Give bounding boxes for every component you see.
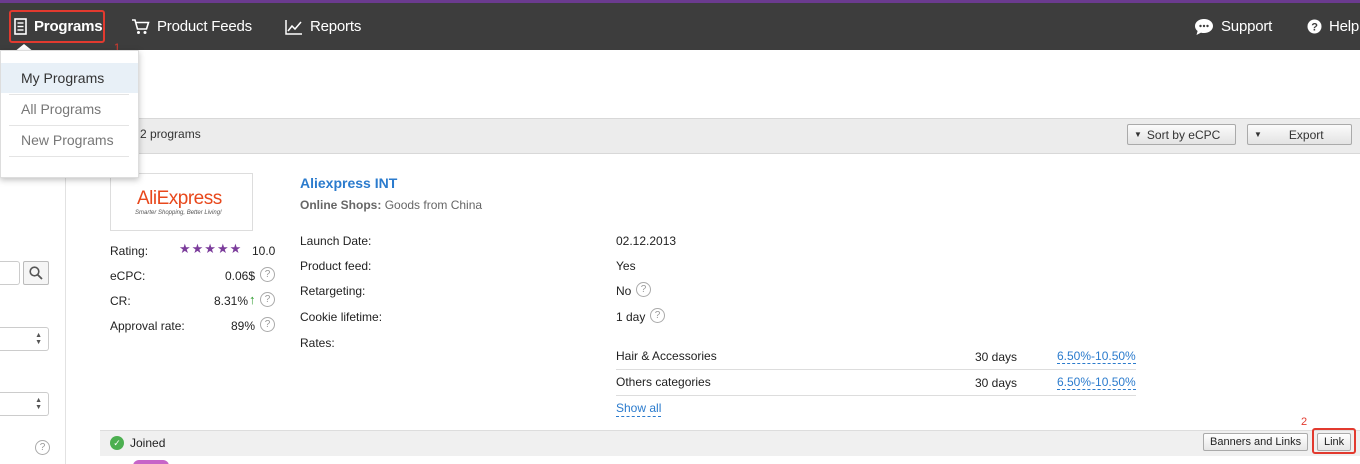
rate-days: 30 days <box>975 376 1018 390</box>
highlight-box-programs <box>9 10 105 43</box>
rate-row: Others categories 30 days 6.50%-10.50% <box>616 370 1136 396</box>
caret-down-icon: ▼ <box>1254 130 1262 139</box>
filter-select-2[interactable]: ▲ ▼ <box>0 392 49 416</box>
launch-date-label: Launch Date: <box>300 234 372 248</box>
retargeting-value: No <box>616 284 632 298</box>
category-label: Online Shops: <box>300 198 382 212</box>
rate-value-link[interactable]: 6.50%-10.50% <box>1057 349 1136 364</box>
select-arrows-icon: ▲ ▼ <box>35 397 42 411</box>
show-all-link[interactable]: Show all <box>616 401 662 417</box>
rate-category: Hair & Accessories <box>616 349 717 363</box>
logo-text: AliExpress <box>137 188 222 209</box>
program-logo[interactable]: AliExpress Smarter Shopping, Better Livi… <box>110 173 253 231</box>
dropdown-item-all-programs[interactable]: All Programs <box>1 94 138 124</box>
dropdown-divider <box>9 156 129 157</box>
nav-help[interactable]: ? Help <box>1307 3 1359 50</box>
sort-dropdown[interactable]: ▼ Sort by eCPC <box>1127 124 1236 145</box>
select-arrows-icon: ▲ ▼ <box>35 332 42 346</box>
chat-bubble-icon <box>1195 18 1213 35</box>
nav-product-feeds[interactable]: Product Feeds <box>131 3 252 50</box>
results-count: d 2 programs <box>130 127 201 141</box>
category-value: Goods from China <box>384 198 483 212</box>
filter-search-button[interactable] <box>23 261 49 285</box>
rate-row: Hair & Accessories 30 days 6.50%-10.50% <box>616 344 1136 370</box>
rates-label: Rates: <box>300 336 335 350</box>
program-category: Online Shops: Goods from China <box>300 198 482 212</box>
cookie-lifetime-label: Cookie lifetime: <box>300 310 383 324</box>
ecpc-value: 0.06$ <box>225 269 256 283</box>
retargeting-help-icon[interactable]: ? <box>636 282 651 297</box>
approval-label: Approval rate: <box>110 319 185 333</box>
filter-search-input[interactable] <box>0 261 20 285</box>
cr-value: 8.31% <box>214 294 249 308</box>
cr-label: CR: <box>110 294 131 308</box>
svg-text:?: ? <box>1311 22 1318 34</box>
programs-dropdown-menu: My Programs All Programs New Programs <box>0 50 139 178</box>
cookie-help-icon[interactable]: ? <box>650 308 665 323</box>
program-name-link[interactable]: Aliexpress INT <box>300 175 397 191</box>
cart-icon <box>132 19 150 34</box>
rate-category: Others categories <box>616 375 711 389</box>
question-circle-icon: ? <box>1307 19 1322 34</box>
check-circle-icon: ✓ <box>110 436 124 450</box>
sort-label: Sort by eCPC <box>1146 127 1221 142</box>
next-program-logo <box>133 460 169 464</box>
joined-status: ✓ Joined <box>110 436 165 450</box>
step-marker-2: 2 <box>1301 416 1308 428</box>
rate-value-link[interactable]: 6.50%-10.50% <box>1057 375 1136 390</box>
rate-days: 30 days <box>975 350 1018 364</box>
export-dropdown[interactable]: ▼ Export <box>1247 124 1352 145</box>
filter-help-icon[interactable]: ? <box>35 440 50 455</box>
ecpc-label: eCPC: <box>110 269 146 283</box>
dropdown-item-new-programs[interactable]: New Programs <box>1 125 138 155</box>
filter-select-1[interactable]: ▲ ▼ <box>0 327 49 351</box>
launch-date-value: 02.12.2013 <box>616 234 677 248</box>
export-label: Export <box>1288 127 1324 142</box>
highlight-box-link <box>1312 428 1356 454</box>
approval-help-icon[interactable]: ? <box>260 317 275 332</box>
retargeting-label: Retargeting: <box>300 284 366 298</box>
magnifier-icon <box>29 266 43 280</box>
caret-down-icon: ▼ <box>1134 130 1142 139</box>
line-chart-icon <box>285 19 302 35</box>
product-feed-label: Product feed: <box>300 259 372 273</box>
cookie-lifetime-value: 1 day <box>616 310 646 324</box>
rating-stars: ★★★★★ <box>179 241 243 256</box>
nav-reports[interactable]: Reports <box>285 3 361 50</box>
cr-help-icon[interactable]: ? <box>260 292 275 307</box>
nav-product-feeds-label: Product Feeds <box>157 18 252 35</box>
product-feed-value: Yes <box>616 259 636 273</box>
dropdown-item-my-programs[interactable]: My Programs <box>1 63 138 93</box>
rating-label: Rating: <box>110 244 149 258</box>
ecpc-help-icon[interactable]: ? <box>260 267 275 282</box>
logo-tagline: Smarter Shopping, Better Living! <box>135 210 222 216</box>
program-card-footer <box>100 430 1360 456</box>
rating-value: 10.0 <box>252 244 276 258</box>
top-nav-bar: Programs Product Feeds Reports Support ?… <box>0 0 1360 50</box>
program-card <box>100 163 1360 464</box>
nav-support-label: Support <box>1221 18 1273 35</box>
nav-support[interactable]: Support <box>1194 3 1272 50</box>
banners-and-links-button[interactable]: Banners and Links <box>1203 433 1309 451</box>
arrow-up-icon: ↑ <box>249 292 256 307</box>
joined-label: Joined <box>130 436 166 450</box>
nav-reports-label: Reports <box>310 18 362 35</box>
nav-help-label: Help <box>1329 18 1360 35</box>
approval-value: 89% <box>231 319 256 333</box>
